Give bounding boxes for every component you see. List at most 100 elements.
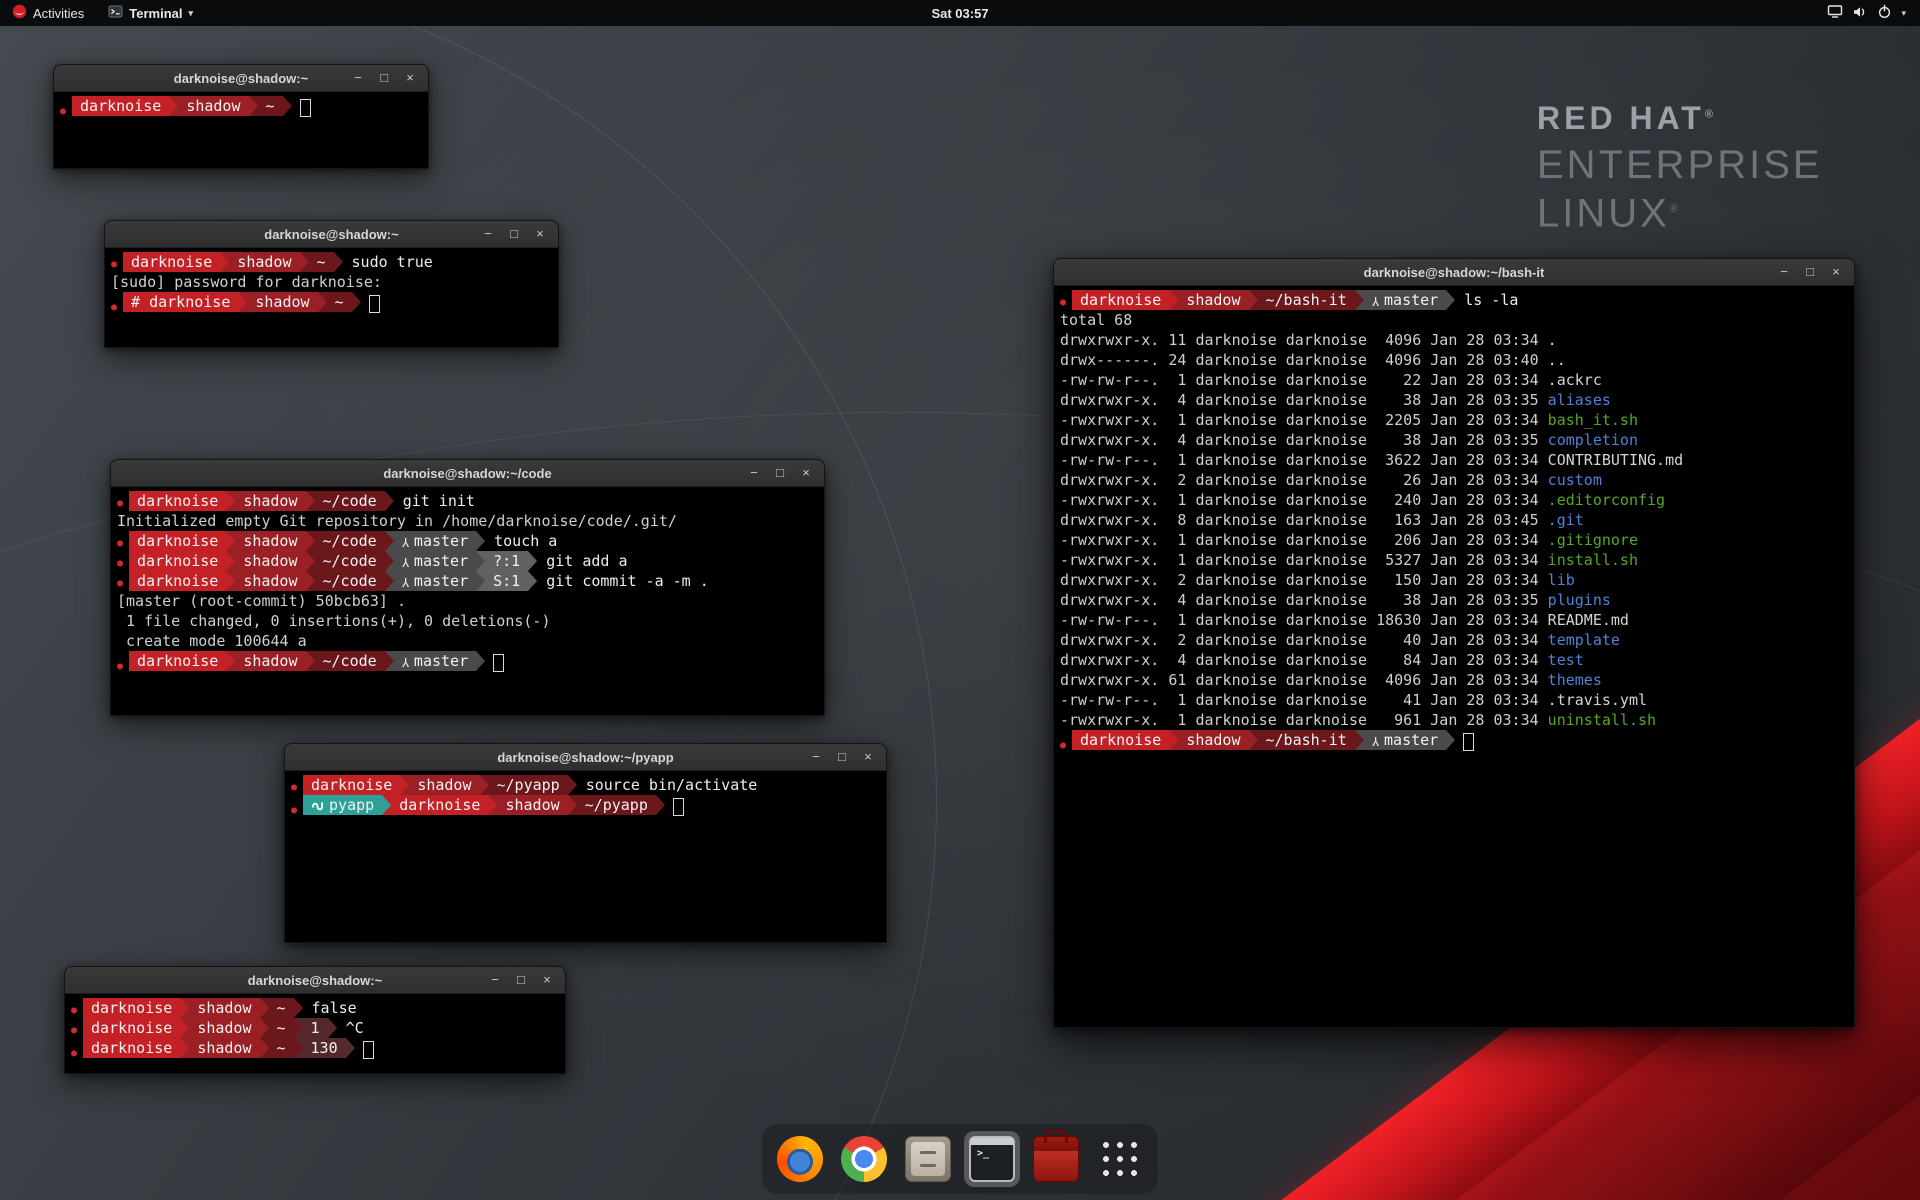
volume-icon xyxy=(1852,5,1868,22)
minimize-button[interactable]: − xyxy=(485,970,505,990)
file-list-row: drwxrwxr-x. 2 darknoise darknoise 150 Ja… xyxy=(1060,570,1848,590)
terminal-content[interactable]: ●darknoiseshadow~/codegit initInitialize… xyxy=(111,487,824,675)
dock-grid-icon[interactable] xyxy=(1092,1131,1148,1187)
terminal-content[interactable]: ●darknoiseshadow~/bash-itYmasterls -lato… xyxy=(1054,286,1854,754)
maximize-button[interactable]: □ xyxy=(1800,262,1820,282)
prompt-segment-git: Ymaster xyxy=(1364,730,1446,750)
terminal-window-sudo[interactable]: darknoise@shadow:~−□×●darknoiseshadow~su… xyxy=(104,220,559,348)
maximize-button[interactable]: □ xyxy=(770,463,790,483)
prompt-marker-icon: ● xyxy=(291,805,297,816)
file-name: completion xyxy=(1548,431,1638,449)
prompt-segment-user: darknoise xyxy=(72,96,169,116)
activities-button[interactable]: Activities xyxy=(0,0,96,26)
rhel-logo-redhat: RED HAT® xyxy=(1537,100,1823,137)
window-titlebar[interactable]: darknoise@shadow:~−□× xyxy=(105,221,558,248)
file-name: .travis.yml xyxy=(1548,691,1647,709)
terminal-content[interactable]: ●darknoiseshadow~/pyappsource bin/activa… xyxy=(285,771,886,819)
dock-software-icon[interactable] xyxy=(1028,1131,1084,1187)
maximize-button[interactable]: □ xyxy=(504,224,524,244)
command-text: git add a xyxy=(546,552,627,570)
minimize-button[interactable]: − xyxy=(348,68,368,88)
terminal-window-exitcodes[interactable]: darknoise@shadow:~−□×●darknoiseshadow~fa… xyxy=(64,966,566,1074)
maximize-button[interactable]: □ xyxy=(374,68,394,88)
maximize-button[interactable]: □ xyxy=(832,747,852,767)
dock-files-icon[interactable] xyxy=(900,1131,956,1187)
close-button[interactable]: × xyxy=(537,970,557,990)
prompt-segment-host: shadow xyxy=(409,775,479,795)
powerline-arrow-icon xyxy=(480,775,489,795)
close-button[interactable]: × xyxy=(400,68,420,88)
firefox-app-icon xyxy=(777,1136,823,1182)
prompt-segment-host: shadow xyxy=(497,795,567,815)
file-list-row: drwxrwxr-x. 11 darknoise darknoise 4096 … xyxy=(1060,330,1848,350)
terminal-window-bash-it[interactable]: darknoise@shadow:~/bash-it−□×●darknoises… xyxy=(1053,258,1855,1028)
powerline-arrow-icon xyxy=(656,795,665,815)
prompt-segment-user: darknoise xyxy=(303,775,400,795)
file-list-row: drwxrwxr-x. 8 darknoise darknoise 163 Ja… xyxy=(1060,510,1848,530)
terminal-content[interactable]: ●darknoiseshadow~sudo true[sudo] passwor… xyxy=(105,248,558,316)
powerline-arrow-icon xyxy=(385,571,394,591)
rhel-logo-linux: LINUX® xyxy=(1537,187,1823,235)
file-list-row: -rwxrwxr-x. 1 darknoise darknoise 961 Ja… xyxy=(1060,710,1848,730)
minimize-button[interactable]: − xyxy=(478,224,498,244)
file-name: aliases xyxy=(1548,391,1611,409)
powerline-arrow-icon xyxy=(528,571,537,591)
file-name: themes xyxy=(1548,671,1602,689)
terminal-content[interactable]: ●darknoiseshadow~false●darknoiseshadow~1… xyxy=(65,994,565,1062)
file-list-row: drwxrwxr-x. 2 darknoise darknoise 26 Jan… xyxy=(1060,470,1848,490)
minimize-button[interactable]: − xyxy=(744,463,764,483)
app-menu-terminal[interactable]: Terminal ▾ xyxy=(96,0,205,26)
system-menu[interactable]: ▾ xyxy=(1819,0,1914,26)
window-title: darknoise@shadow:~/pyapp xyxy=(285,750,886,765)
window-titlebar[interactable]: darknoise@shadow:~/pyapp−□ × xyxy=(285,744,886,771)
prompt-segment-user: darknoise xyxy=(83,1038,180,1058)
prompt-segment-host: shadow xyxy=(235,531,305,551)
window-titlebar[interactable]: darknoise@shadow:~/bash-it−□× xyxy=(1054,259,1854,286)
powerline-arrow-icon xyxy=(249,96,258,116)
prompt-segment-git: Ymaster xyxy=(1364,290,1446,310)
terminal-cursor xyxy=(300,99,311,117)
dock-terminal-icon[interactable] xyxy=(964,1131,1020,1187)
file-list-row: -rw-rw-r--. 1 darknoise darknoise 22 Jan… xyxy=(1060,370,1848,390)
window-controls: −□ × xyxy=(478,224,558,244)
terminal-window-code[interactable]: darknoise@shadow:~/code−□×●darknoiseshad… xyxy=(110,459,825,716)
prompt-segment-host: shadow xyxy=(178,96,248,116)
chevron-down-icon: ▾ xyxy=(189,8,194,19)
terminal-window-home-small[interactable]: darknoise@shadow:~−□×●darknoiseshadow~ xyxy=(53,64,429,169)
close-button[interactable]: × xyxy=(1826,262,1846,282)
powerline-arrow-icon xyxy=(382,795,391,815)
close-button[interactable]: × xyxy=(858,747,878,767)
prompt-marker-icon: ● xyxy=(71,1025,77,1036)
maximize-button[interactable]: □ xyxy=(511,970,531,990)
dock-firefox-icon[interactable] xyxy=(772,1131,828,1187)
window-titlebar[interactable]: darknoise@shadow:~−□× xyxy=(65,967,565,994)
prompt-line: ●darknoiseshadow~/codeYmastertouch a xyxy=(117,531,818,551)
prompt-marker-icon: ● xyxy=(60,106,66,117)
prompt-line: ●pyappdarknoiseshadow~/pyapp xyxy=(291,795,880,815)
prompt-marker-icon: ● xyxy=(117,578,123,589)
command-text: sudo true xyxy=(352,253,433,271)
close-button[interactable]: × xyxy=(796,463,816,483)
rhel-logo-enterprise: ENTERPRISE xyxy=(1537,143,1823,187)
prompt-line: ●darknoiseshadow~/bash-itYmaster xyxy=(1060,730,1848,750)
minimize-button[interactable]: − xyxy=(806,747,826,767)
terminal-content[interactable]: ●darknoiseshadow~ xyxy=(54,92,428,120)
powerline-arrow-icon xyxy=(568,795,577,815)
prompt-segment-path: ~/code xyxy=(315,571,385,591)
window-titlebar[interactable]: darknoise@shadow:~−□× xyxy=(54,65,428,92)
prompt-segment-path: ~/code xyxy=(315,531,385,551)
terminal-window-pyapp[interactable]: darknoise@shadow:~/pyapp−□ × ● darknoise sha… xyxy=(284,743,887,943)
minimize-button[interactable]: − xyxy=(1774,262,1794,282)
clock[interactable]: Sat 03:57 xyxy=(931,6,988,21)
prompt-marker-icon: ● xyxy=(1060,740,1066,751)
window-controls: −□ × xyxy=(1774,262,1854,282)
close-button[interactable]: × xyxy=(530,224,550,244)
file-name: template xyxy=(1548,631,1620,649)
dock-chrome-icon[interactable] xyxy=(836,1131,892,1187)
file-list-row: drwxrwxr-x. 4 darknoise darknoise 84 Jan… xyxy=(1060,650,1848,670)
window-titlebar[interactable]: darknoise@shadow:~/code−□× xyxy=(111,460,824,487)
prompt-segment-path: ~/pyapp xyxy=(577,795,656,815)
powerline-arrow-icon xyxy=(334,252,343,272)
prompt-marker-icon: ● xyxy=(117,538,123,549)
prompt-line: ●# darknoiseshadow~ xyxy=(111,292,552,312)
